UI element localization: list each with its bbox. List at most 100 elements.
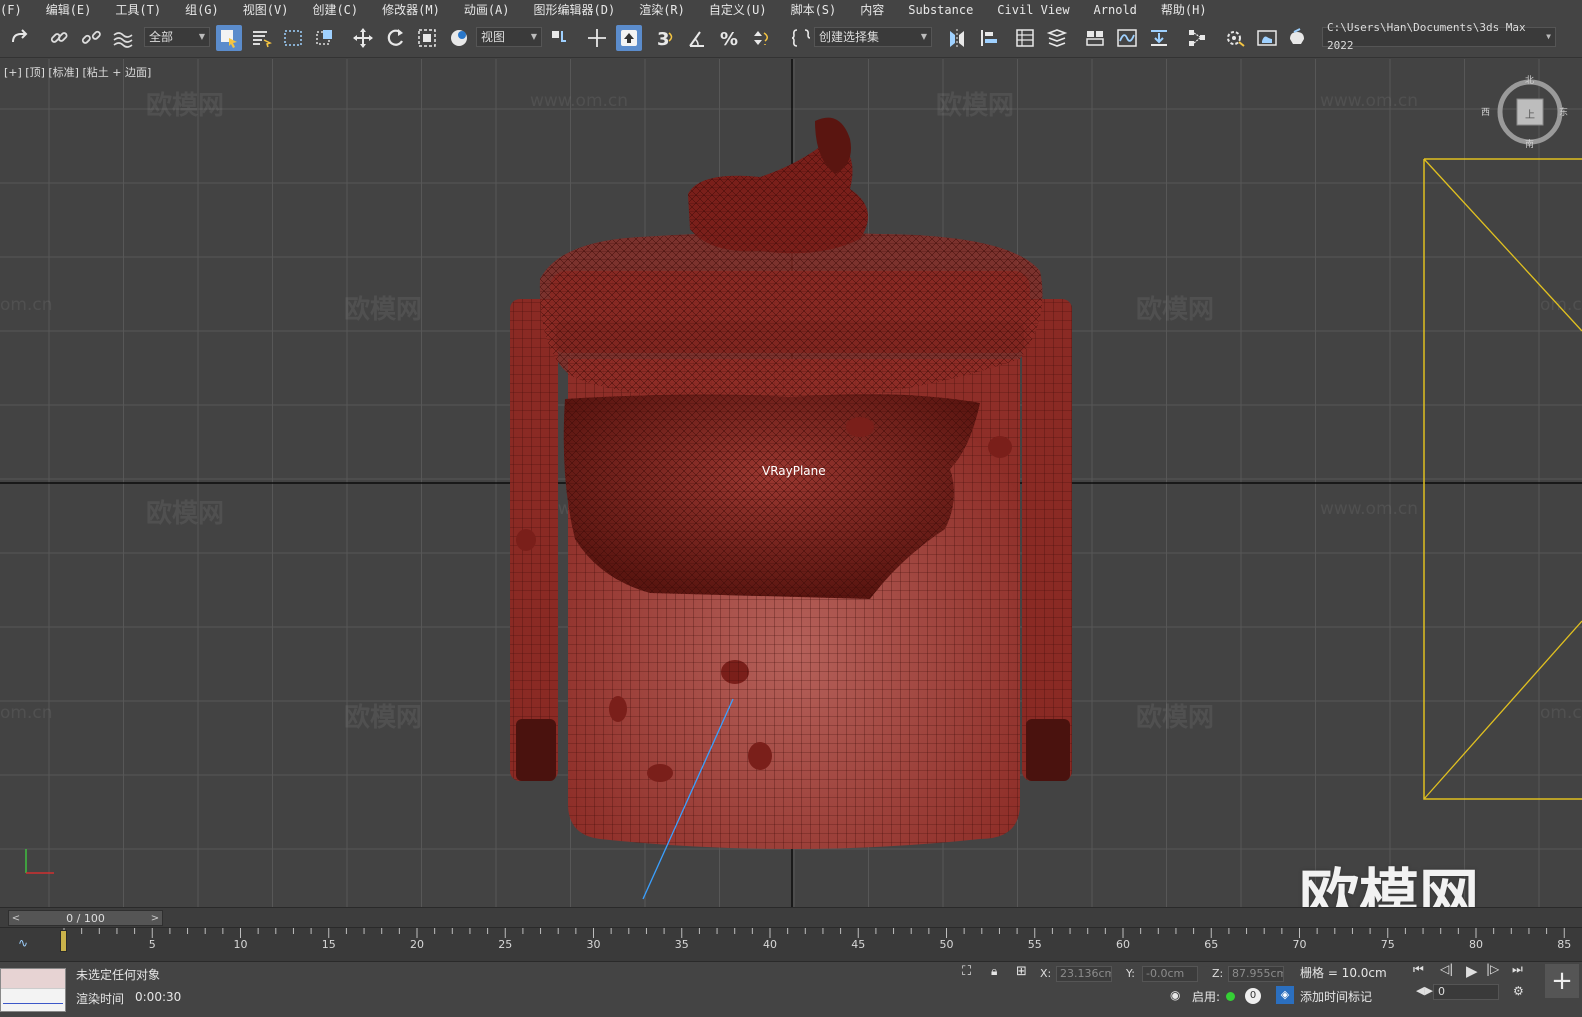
coordinate-display: X: 23.136cm Y: -0.0cm Z: 87.955cm: [1040, 966, 1290, 984]
menu-item[interactable]: 脚本(S): [779, 0, 849, 20]
previous-frame-icon[interactable]: ◁|: [1440, 962, 1453, 976]
snaps-toggle-icon[interactable]: 3: [652, 25, 678, 51]
prev-frame-icon[interactable]: <: [9, 913, 23, 924]
menu-item[interactable]: (F): [0, 0, 34, 20]
svg-text:3: 3: [657, 29, 670, 49]
menu-item[interactable]: 渲染(R): [627, 0, 697, 20]
menu-item[interactable]: Substance: [896, 0, 985, 20]
track-bar[interactable]: ∿ 0510152025303540455055606570758085: [0, 927, 1582, 961]
reference-coordinate-dropdown[interactable]: 视图 ▼: [476, 27, 542, 47]
key-mode-icon[interactable]: ◀▶: [1416, 984, 1433, 997]
timeline-ruler: [63, 928, 1565, 938]
viewcube-west[interactable]: 西: [1481, 105, 1490, 118]
play-icon[interactable]: ▶: [1466, 962, 1478, 980]
menu-item[interactable]: 组(G): [173, 0, 231, 20]
absolute-mode-icon[interactable]: ⊞: [1016, 964, 1027, 979]
timeline-tick-label: 55: [1027, 938, 1042, 951]
scale-icon[interactable]: [414, 25, 440, 51]
select-by-name-icon[interactable]: [248, 25, 274, 51]
x-coordinate-field[interactable]: 23.136cm: [1056, 966, 1112, 982]
status-bar: 未选定任何对象 渲染时间 0:00:30 ⛶ 🔒︎ ⊞ X: 23.136cm …: [0, 961, 1582, 1017]
menu-item[interactable]: 帮助(H): [1149, 0, 1219, 20]
curve-editor-icon[interactable]: [1114, 25, 1140, 51]
link-icon[interactable]: [46, 25, 72, 51]
z-coordinate-field[interactable]: 87.955cm: [1228, 966, 1284, 982]
menu-item[interactable]: 视图(V): [231, 0, 301, 20]
render-setup-icon[interactable]: [1222, 25, 1248, 51]
redo-icon[interactable]: [6, 25, 32, 51]
y-coordinate-field[interactable]: -0.0cm: [1142, 966, 1198, 982]
viewcube[interactable]: 北 南 西 东 上: [1481, 76, 1568, 150]
camera-frustum-outline[interactable]: [0, 59, 1582, 907]
pivot-center-icon[interactable]: [546, 25, 572, 51]
go-to-end-icon[interactable]: ⏭: [1512, 962, 1523, 977]
render-time-value: 0:00:30: [135, 990, 182, 1004]
timeline-tick-label: 20: [410, 938, 424, 951]
maxscript-listener[interactable]: [0, 968, 66, 1012]
menu-item[interactable]: 图形编辑器(D): [522, 0, 628, 20]
menu-item[interactable]: 修改器(M): [370, 0, 452, 20]
rotate-icon[interactable]: [382, 25, 408, 51]
placement-icon[interactable]: [446, 25, 472, 51]
adaptive-degradation-icon[interactable]: ◉: [1170, 988, 1180, 1002]
bind-space-warp-icon[interactable]: [110, 25, 136, 51]
timeline-tick-label: 40: [763, 938, 777, 951]
next-frame-icon[interactable]: >: [148, 913, 162, 924]
scene-explorer-icon[interactable]: [1012, 25, 1038, 51]
move-icon[interactable]: [350, 25, 376, 51]
named-selection-set-dropdown[interactable]: 创建选择集 ▼: [814, 27, 932, 47]
next-frame-icon[interactable]: |▷: [1486, 962, 1499, 976]
render-production-icon[interactable]: [1284, 25, 1310, 51]
project-path-dropdown[interactable]: C:\Users\Han\Documents\3ds Max 2022 ▼: [1322, 21, 1556, 52]
viewcube-east[interactable]: 东: [1559, 105, 1568, 118]
select-manipulate-icon[interactable]: [584, 25, 610, 51]
unlink-icon[interactable]: [78, 25, 104, 51]
menu-item[interactable]: 动画(A): [452, 0, 522, 20]
vrayplane-label: VRayPlane: [762, 464, 826, 478]
schematic-view-icon[interactable]: [1184, 25, 1210, 51]
viewcube-face-top[interactable]: 上: [1525, 106, 1535, 121]
viewport-label-menu[interactable]: [+] [顶] [标准] [粘土 + 边面]: [4, 64, 151, 80]
ribbon-toggle-icon[interactable]: [1082, 25, 1108, 51]
menu-item[interactable]: Civil View: [985, 0, 1081, 20]
go-to-start-icon[interactable]: ⏮: [1413, 962, 1424, 977]
timeline-tick-label: 80: [1469, 938, 1483, 951]
rectangular-selection-icon[interactable]: [280, 25, 306, 51]
spinner-snap-icon[interactable]: [748, 25, 774, 51]
align-icon[interactable]: [976, 25, 1002, 51]
time-config-icon[interactable]: ⚙: [1513, 984, 1524, 998]
menu-item[interactable]: Arnold: [1082, 0, 1149, 20]
create-key-plus-icon[interactable]: +: [1545, 964, 1579, 998]
enable-count-badge[interactable]: 0: [1245, 988, 1261, 1004]
time-slider-bar: < 0 / 100 >: [0, 907, 1582, 927]
rendered-frame-window-icon[interactable]: [1254, 25, 1280, 51]
status-indicator-icon: [1226, 992, 1235, 1001]
menu-item[interactable]: 自定义(U): [697, 0, 779, 20]
isolate-selection-icon[interactable]: ⛶: [962, 964, 971, 979]
dope-sheet-icon[interactable]: [1146, 25, 1172, 51]
menu-item[interactable]: 内容: [848, 0, 896, 20]
viewcube-north[interactable]: 北: [1525, 73, 1534, 86]
select-object-icon[interactable]: [216, 25, 242, 51]
current-time-marker[interactable]: [60, 930, 67, 952]
menu-item[interactable]: 创建(C): [300, 0, 370, 20]
keyboard-shortcut-override-icon[interactable]: [616, 25, 642, 51]
add-time-tag[interactable]: 添加时间标记: [1300, 988, 1372, 1005]
edit-named-selection-icon[interactable]: [788, 25, 814, 51]
lock-selection-icon[interactable]: 🔒︎: [991, 964, 997, 979]
window-crossing-icon[interactable]: [312, 25, 338, 51]
menu-item[interactable]: 编辑(E): [34, 0, 104, 20]
selection-filter-dropdown[interactable]: 全部 ▼: [144, 27, 210, 47]
current-frame-field[interactable]: 0: [1433, 984, 1499, 1000]
mirror-icon[interactable]: [944, 25, 970, 51]
percent-snap-icon[interactable]: %: [716, 25, 742, 51]
top-viewport[interactable]: 欧模网 www.om.cn 欧模网 www.om.cn om.cn 欧模网 欧模…: [0, 59, 1582, 907]
angle-snap-icon[interactable]: [684, 25, 710, 51]
time-slider[interactable]: < 0 / 100 >: [8, 910, 163, 926]
layer-explorer-icon[interactable]: [1044, 25, 1070, 51]
y-label: Y:: [1126, 967, 1135, 980]
mini-curve-editor-icon[interactable]: ∿: [18, 936, 28, 950]
viewcube-south[interactable]: 南: [1525, 137, 1534, 150]
menu-item[interactable]: 工具(T): [103, 0, 173, 20]
time-tag-icon[interactable]: ◈: [1276, 986, 1294, 1004]
